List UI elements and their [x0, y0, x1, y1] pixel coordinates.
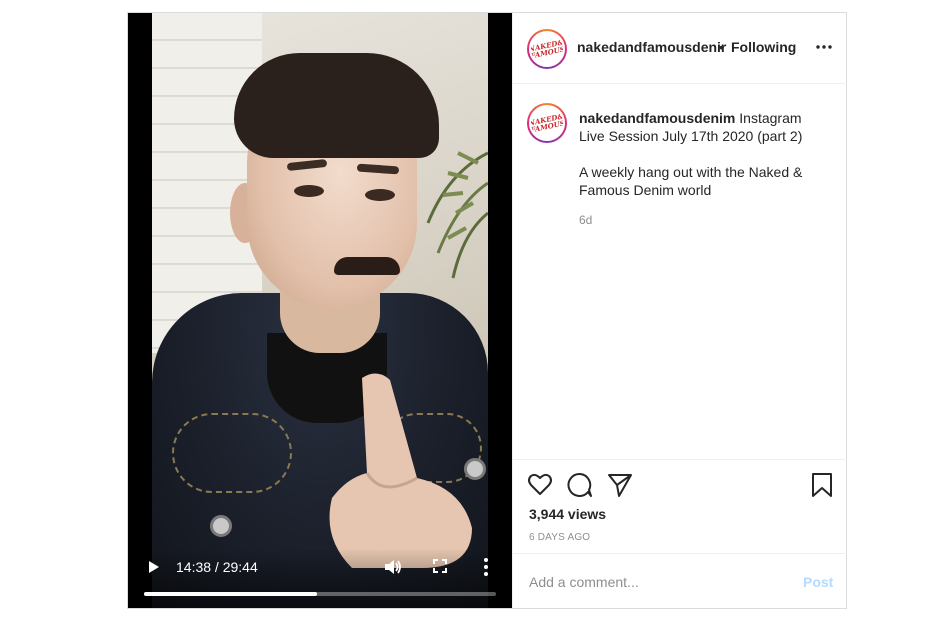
video-time: 14:38 / 29:44: [176, 559, 258, 575]
paper-plane-icon[interactable]: [607, 472, 633, 498]
avatar-logo: NAKED& FAMOUS: [529, 31, 565, 67]
post-header: NAKED& FAMOUS nakedandfamousdenir • Foll…: [513, 13, 847, 84]
post-actions: 3,944 views 6 DAYS AGO: [513, 459, 847, 553]
hair: [234, 53, 439, 158]
eye: [294, 185, 324, 197]
heart-icon[interactable]: [527, 472, 553, 498]
jacket-button: [464, 458, 486, 480]
jacket-seam: [172, 413, 292, 493]
video-player[interactable]: 14:38 / 29:44: [128, 13, 512, 608]
comment-box: Post: [513, 553, 847, 608]
post-date: 6 DAYS AGO: [529, 532, 591, 543]
header-username[interactable]: nakedandfamousdenir: [577, 39, 726, 55]
avatar-logo: NAKED& FAMOUS: [529, 105, 565, 141]
more-options-vertical-icon[interactable]: [484, 558, 488, 576]
header-separator: •: [719, 39, 724, 55]
avatar[interactable]: NAKED& FAMOUS: [527, 29, 567, 69]
view-count[interactable]: 3,944 views: [529, 506, 606, 522]
caption-username[interactable]: nakedandfamousdenim: [579, 110, 735, 126]
caption-description: A weekly hang out with the Naked & Famou…: [579, 164, 803, 198]
mustache: [334, 257, 400, 275]
post-sidebar: NAKED& FAMOUS nakedandfamousdenir • Foll…: [512, 13, 847, 608]
caption-avatar[interactable]: NAKED& FAMOUS: [527, 103, 567, 143]
comment-bubble-icon[interactable]: [567, 472, 593, 498]
jacket-button: [210, 515, 232, 537]
video-frame[interactable]: [152, 13, 488, 608]
instagram-post-modal: 14:38 / 29:44 NAKED& FAMOUS nakedandfamo…: [127, 12, 847, 609]
following-button[interactable]: Following: [731, 39, 796, 55]
caption-age: 6d: [579, 213, 593, 227]
caption-text: nakedandfamousdenim Instagram Live Sessi…: [579, 109, 829, 145]
volume-icon[interactable]: [384, 558, 402, 576]
eye: [365, 189, 395, 201]
bookmark-icon[interactable]: [809, 472, 835, 498]
fullscreen-icon[interactable]: [433, 559, 447, 573]
pointing-hand: [329, 373, 472, 568]
video-controls: 14:38 / 29:44: [128, 548, 512, 608]
video-progress-bar[interactable]: [144, 592, 496, 596]
comment-input[interactable]: [529, 572, 779, 592]
more-options-icon[interactable]: [815, 40, 833, 54]
post-comment-button[interactable]: Post: [803, 574, 833, 590]
post-caption: NAKED& FAMOUS nakedandfamousdenim Instag…: [513, 85, 847, 459]
video-progress-fill: [144, 592, 318, 596]
play-icon[interactable]: [148, 560, 160, 574]
